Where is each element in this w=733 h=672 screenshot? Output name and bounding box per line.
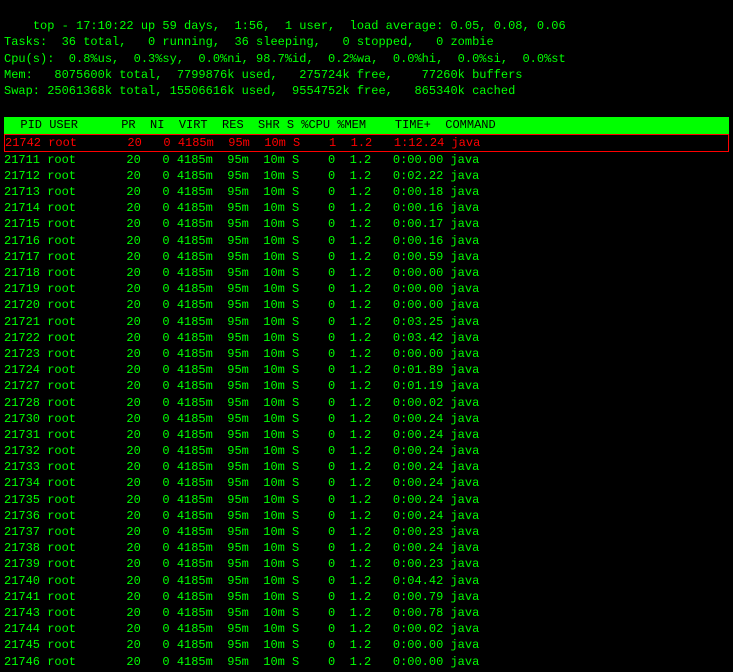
- table-row: 21740 root 20 0 4185m 95m 10m S 0 1.2 0:…: [4, 573, 729, 589]
- table-row: 21728 root 20 0 4185m 95m 10m S 0 1.2 0:…: [4, 395, 729, 411]
- table-row: 21736 root 20 0 4185m 95m 10m S 0 1.2 0:…: [4, 508, 729, 524]
- table-header: PID USER PR NI VIRT RES SHR S %CPU %MEM …: [4, 117, 729, 133]
- table-row: 21713 root 20 0 4185m 95m 10m S 0 1.2 0:…: [4, 184, 729, 200]
- table-row: 21716 root 20 0 4185m 95m 10m S 0 1.2 0:…: [4, 233, 729, 249]
- table-row: 21744 root 20 0 4185m 95m 10m S 0 1.2 0:…: [4, 621, 729, 637]
- header-line5: Swap: 25061368k total, 15506616k used, 9…: [4, 84, 515, 98]
- table-row: 21746 root 20 0 4185m 95m 10m S 0 1.2 0:…: [4, 654, 729, 670]
- table-row: 21721 root 20 0 4185m 95m 10m S 0 1.2 0:…: [4, 314, 729, 330]
- table-row: 21719 root 20 0 4185m 95m 10m S 0 1.2 0:…: [4, 281, 729, 297]
- table-row: 21715 root 20 0 4185m 95m 10m S 0 1.2 0:…: [4, 216, 729, 232]
- table-body: 21742 root 20 0 4185m 95m 10m S 1 1.2 1:…: [4, 134, 729, 670]
- header-line2: Tasks: 36 total, 0 running, 36 sleeping,…: [4, 35, 494, 49]
- table-row: 21720 root 20 0 4185m 95m 10m S 0 1.2 0:…: [4, 297, 729, 313]
- header-line4: Mem: 8075600k total, 7799876k used, 2757…: [4, 68, 522, 82]
- table-row: 21717 root 20 0 4185m 95m 10m S 0 1.2 0:…: [4, 249, 729, 265]
- table-row: 21723 root 20 0 4185m 95m 10m S 0 1.2 0:…: [4, 346, 729, 362]
- table-row: 21730 root 20 0 4185m 95m 10m S 0 1.2 0:…: [4, 411, 729, 427]
- table-row: 21714 root 20 0 4185m 95m 10m S 0 1.2 0:…: [4, 200, 729, 216]
- table-row: 21731 root 20 0 4185m 95m 10m S 0 1.2 0:…: [4, 427, 729, 443]
- terminal: top - 17:10:22 up 59 days, 1:56, 1 user,…: [0, 0, 733, 672]
- table-row: 21724 root 20 0 4185m 95m 10m S 0 1.2 0:…: [4, 362, 729, 378]
- table-row: 21745 root 20 0 4185m 95m 10m S 0 1.2 0:…: [4, 637, 729, 653]
- table-row: 21739 root 20 0 4185m 95m 10m S 0 1.2 0:…: [4, 556, 729, 572]
- table-row: 21734 root 20 0 4185m 95m 10m S 0 1.2 0:…: [4, 475, 729, 491]
- table-row: 21722 root 20 0 4185m 95m 10m S 0 1.2 0:…: [4, 330, 729, 346]
- table-row: 21733 root 20 0 4185m 95m 10m S 0 1.2 0:…: [4, 459, 729, 475]
- table-row: 21732 root 20 0 4185m 95m 10m S 0 1.2 0:…: [4, 443, 729, 459]
- header-section: top - 17:10:22 up 59 days, 1:56, 1 user,…: [4, 2, 729, 115]
- process-table: PID USER PR NI VIRT RES SHR S %CPU %MEM …: [4, 117, 729, 669]
- table-row: 21711 root 20 0 4185m 95m 10m S 0 1.2 0:…: [4, 152, 729, 168]
- table-row: 21718 root 20 0 4185m 95m 10m S 0 1.2 0:…: [4, 265, 729, 281]
- table-row: 21712 root 20 0 4185m 95m 10m S 0 1.2 0:…: [4, 168, 729, 184]
- table-row: 21727 root 20 0 4185m 95m 10m S 0 1.2 0:…: [4, 378, 729, 394]
- header-line3: Cpu(s): 0.8%us, 0.3%sy, 0.0%ni, 98.7%id,…: [4, 52, 566, 66]
- table-row: 21737 root 20 0 4185m 95m 10m S 0 1.2 0:…: [4, 524, 729, 540]
- header-line1: top - 17:10:22 up 59 days, 1:56, 1 user,…: [33, 19, 566, 33]
- table-row: 21742 root 20 0 4185m 95m 10m S 1 1.2 1:…: [4, 134, 729, 152]
- table-row: 21738 root 20 0 4185m 95m 10m S 0 1.2 0:…: [4, 540, 729, 556]
- table-row: 21743 root 20 0 4185m 95m 10m S 0 1.2 0:…: [4, 605, 729, 621]
- table-row: 21735 root 20 0 4185m 95m 10m S 0 1.2 0:…: [4, 492, 729, 508]
- table-row: 21741 root 20 0 4185m 95m 10m S 0 1.2 0:…: [4, 589, 729, 605]
